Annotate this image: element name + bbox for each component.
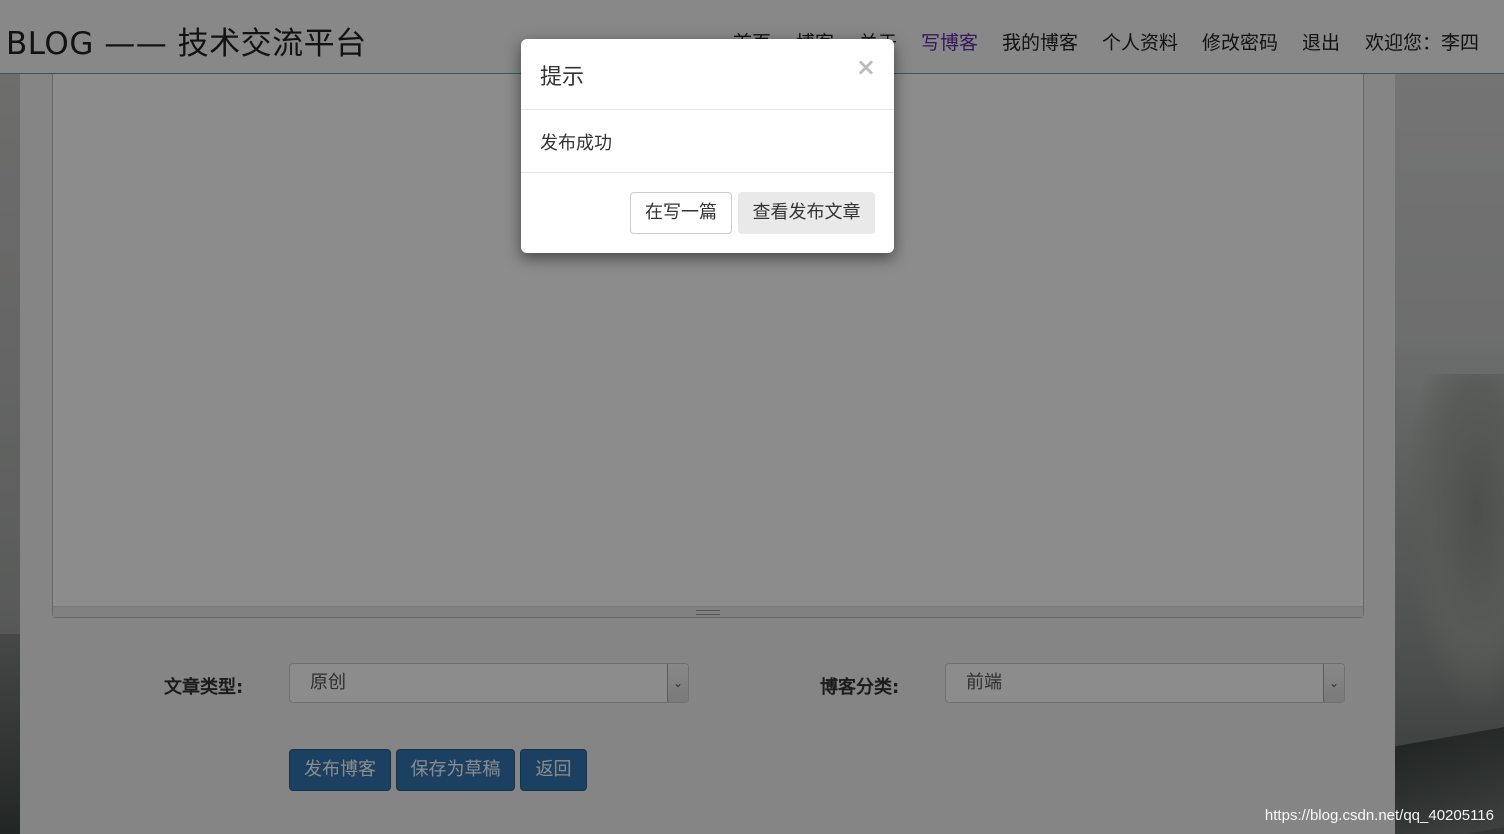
write-another-button[interactable]: 在写一篇 [630, 192, 732, 234]
watermark-text: https://blog.csdn.net/qq_40205116 [1264, 807, 1494, 824]
view-article-button[interactable]: 查看发布文章 [738, 192, 875, 234]
dialog-title: 提示 [540, 65, 585, 90]
dialog-body: 发布成功 [521, 110, 894, 173]
dialog-header: 提示 × [521, 39, 894, 110]
success-dialog: 提示 × 发布成功 在写一篇 查看发布文章 [521, 39, 894, 253]
dialog-message: 发布成功 [540, 133, 612, 154]
close-icon[interactable]: × [856, 53, 876, 81]
